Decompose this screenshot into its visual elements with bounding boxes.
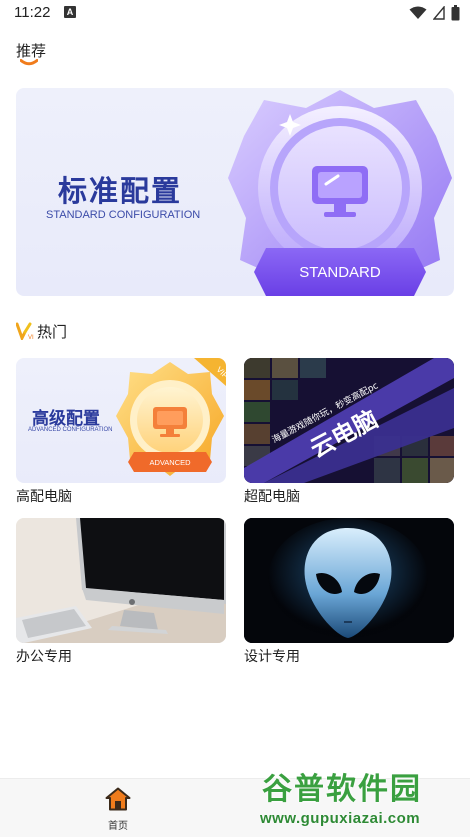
notification-icon: A bbox=[64, 6, 76, 18]
game-collage-image: 海量游戏随你玩，秒变高配pc 云电脑 bbox=[244, 358, 454, 483]
card-office-pc[interactable] bbox=[16, 518, 226, 643]
nav-item-home[interactable]: 首页 bbox=[96, 787, 140, 835]
hot-vip-icon: VIP bbox=[16, 322, 34, 340]
status-time: 11:22 bbox=[14, 4, 51, 21]
section-underline-icon bbox=[20, 59, 38, 66]
banner-title: 标准配置 bbox=[58, 174, 183, 208]
status-bar: 11:22 A bbox=[0, 0, 470, 26]
watermark-logo: 谷普软件园 www.gupuxiazai.com bbox=[258, 764, 466, 834]
battery-icon bbox=[451, 5, 460, 21]
card-advanced-pc[interactable]: 高级配置 ADVANCED CONFIGURATION ADVANCED VIP bbox=[16, 358, 226, 483]
cellular-signal-icon bbox=[433, 6, 445, 20]
banner-subtitle: STANDARD CONFIGURATION bbox=[46, 209, 201, 221]
watermark-url: www.gupuxiazai.com bbox=[260, 810, 421, 827]
card-image-subtitle: ADVANCED CONFIGURATION bbox=[28, 427, 113, 433]
section-title-hot: 热门 bbox=[37, 323, 68, 341]
card-label-office[interactable]: 办公专用 bbox=[16, 646, 72, 666]
standard-badge-label: STANDARD bbox=[299, 264, 381, 281]
standard-config-banner[interactable]: 标准配置 STANDARD CONFIGURATION STANDARD bbox=[16, 88, 454, 296]
standard-badge-icon: STANDARD bbox=[228, 90, 452, 296]
card-cloud-pc[interactable]: 海量游戏随你玩，秒变高配pc 云电脑 bbox=[244, 358, 454, 483]
status-icons bbox=[409, 4, 460, 22]
card-label-advanced[interactable]: 高配电脑 bbox=[16, 486, 72, 506]
card-image-title: 高级配置 bbox=[32, 409, 100, 429]
card-label-cloud[interactable]: 超配电脑 bbox=[244, 486, 300, 506]
advanced-badge-label: ADVANCED bbox=[149, 458, 191, 467]
section-title-recommend: 推荐 bbox=[16, 42, 47, 60]
wifi-icon bbox=[409, 6, 427, 19]
card-design-pc[interactable] bbox=[244, 518, 454, 643]
alien-logo-image bbox=[244, 518, 454, 643]
office-computer-image bbox=[16, 518, 226, 643]
home-icon bbox=[105, 787, 131, 811]
svg-text:VIP: VIP bbox=[28, 335, 34, 340]
nav-item-home-label: 首页 bbox=[108, 821, 128, 832]
advanced-badge-icon: ADVANCED VIP bbox=[116, 358, 226, 476]
card-label-design[interactable]: 设计专用 bbox=[244, 646, 300, 666]
watermark-name: 谷普软件园 bbox=[262, 772, 422, 807]
